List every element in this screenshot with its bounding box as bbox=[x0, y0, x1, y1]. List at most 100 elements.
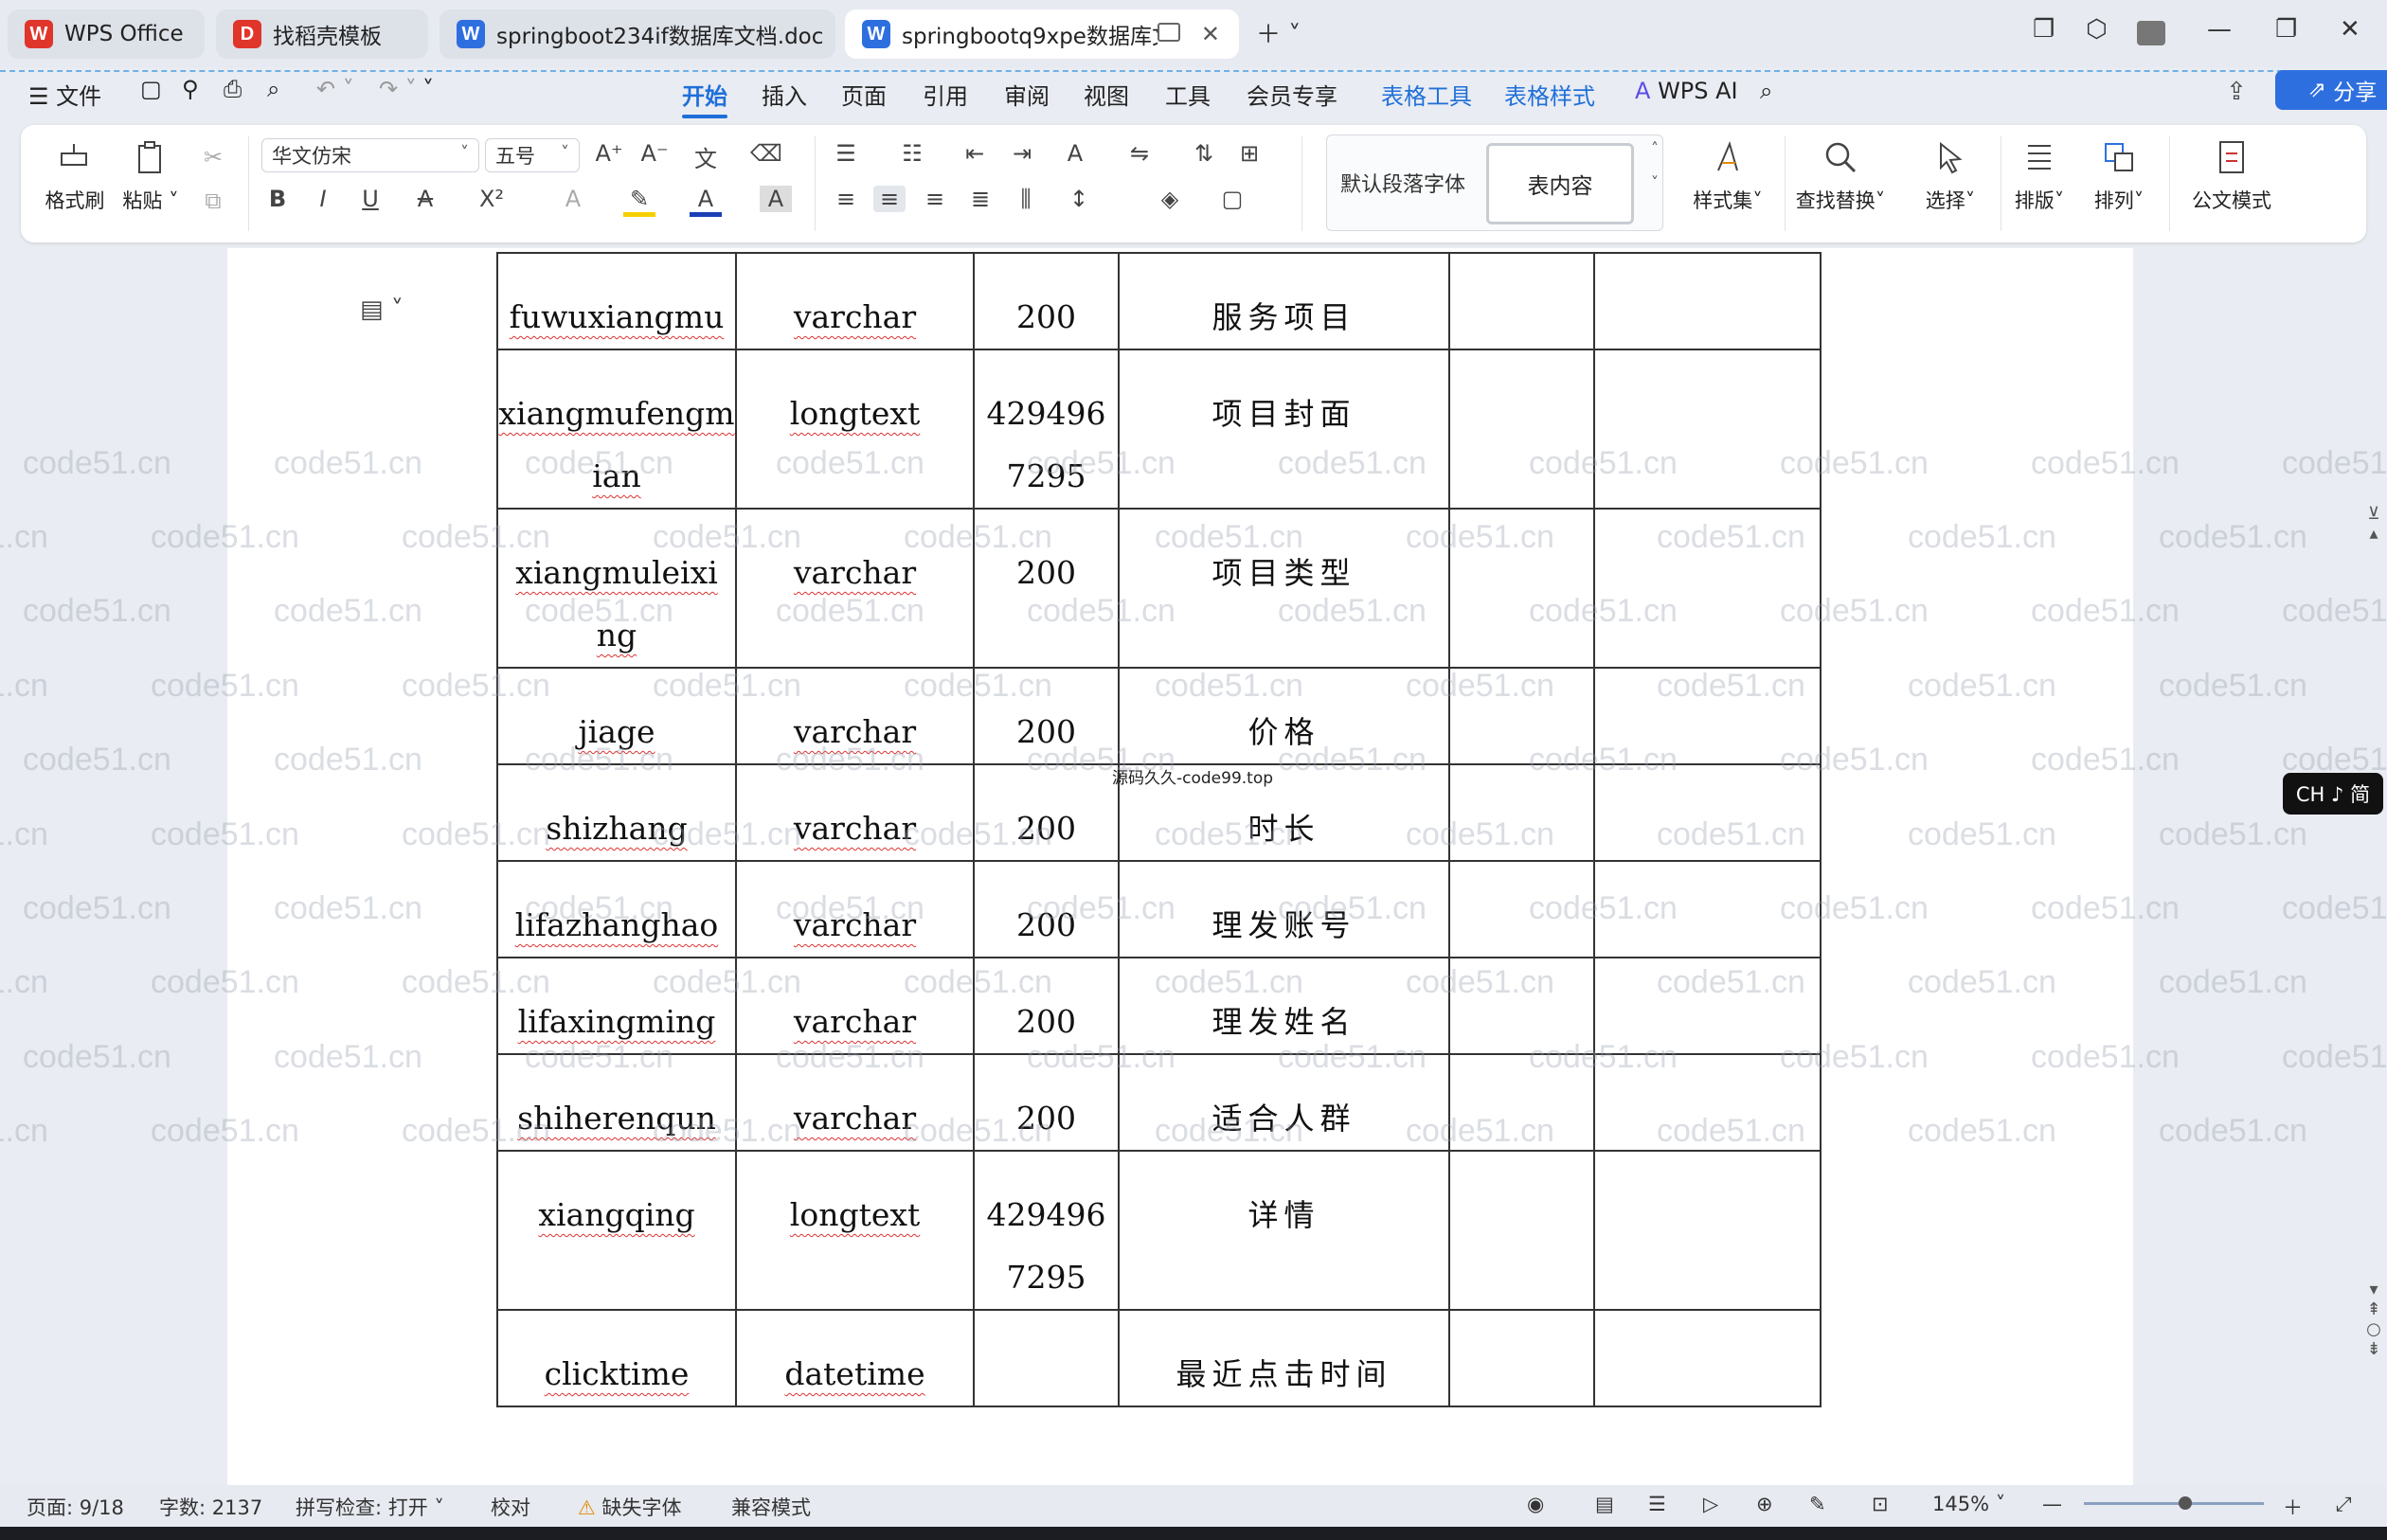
screen-icon[interactable] bbox=[1158, 23, 1180, 42]
cube-icon[interactable]: ⬡ bbox=[2086, 15, 2108, 44]
table-row[interactable]: fuwuxiangmu varchar 200 服务项目 bbox=[496, 252, 1822, 350]
description-cell[interactable]: 项目类型 bbox=[1118, 508, 1450, 669]
field-name-cell[interactable]: lifaxingming bbox=[496, 957, 737, 1055]
font-size-select[interactable]: 五号 ˅ bbox=[485, 138, 580, 172]
paste-button[interactable]: 粘贴 ˅ bbox=[108, 138, 193, 214]
numbered-list-icon[interactable]: ☷ bbox=[896, 140, 928, 167]
vertical-scrollbar[interactable]: ⊻ ▴ ▾ ⇞ ○ ⇟ bbox=[2364, 504, 2383, 1359]
data-type-cell[interactable]: varchar bbox=[735, 1053, 975, 1152]
remark-cell[interactable] bbox=[1593, 763, 1822, 862]
font-color-icon[interactable]: A bbox=[690, 186, 722, 217]
arrange-button[interactable]: 排列˅ bbox=[2076, 138, 2162, 214]
underline-icon[interactable]: U bbox=[354, 186, 386, 212]
play-icon[interactable]: ▷ bbox=[1703, 1493, 1718, 1515]
search-icon[interactable]: ⌕ bbox=[1760, 78, 1772, 104]
style-scroll-up-icon[interactable]: ˄ bbox=[1651, 139, 1659, 157]
data-type-cell[interactable]: datetime bbox=[735, 1309, 975, 1407]
field-name-cell[interactable]: fuwuxiangmu bbox=[496, 252, 737, 350]
fit-page-icon[interactable]: ⊡ bbox=[1872, 1493, 1889, 1515]
data-type-cell[interactable]: varchar bbox=[735, 508, 975, 669]
data-type-cell[interactable]: varchar bbox=[735, 667, 975, 765]
tab-review[interactable]: 审阅 bbox=[1004, 78, 1050, 111]
tab-template[interactable]: D 找稻壳模板 bbox=[216, 9, 428, 59]
length-cell[interactable]: 429496 7295 bbox=[973, 349, 1120, 510]
avatar[interactable] bbox=[2137, 21, 2165, 45]
sort-icon[interactable]: ⇅ bbox=[1188, 140, 1220, 167]
shrink-font-icon[interactable]: A⁻ bbox=[638, 140, 671, 167]
copy-icon[interactable]: ⧉ bbox=[197, 188, 229, 214]
zoom-select[interactable]: 145% ˅ bbox=[1932, 1493, 2005, 1515]
tab-doc-active[interactable]: W springbootq9xpe数据库文档 ✕ bbox=[845, 9, 1239, 59]
length-cell[interactable]: 200 bbox=[973, 1053, 1120, 1152]
justify-icon[interactable]: ≣ bbox=[964, 186, 996, 212]
page-indicator[interactable]: 页面: 9/18 bbox=[27, 1493, 124, 1521]
description-cell[interactable]: 价格 bbox=[1118, 667, 1450, 765]
tab-doc-1[interactable]: W springboot234if数据库文档.doc bbox=[440, 9, 835, 59]
field-name-cell[interactable]: lifazhanghao bbox=[496, 860, 737, 958]
align-center-icon[interactable]: ≡ bbox=[873, 186, 906, 212]
remark-cell[interactable] bbox=[1593, 667, 1822, 765]
export-icon[interactable]: ⚲ bbox=[182, 76, 199, 102]
select-button[interactable]: 选择˅ bbox=[1898, 138, 2002, 214]
description-cell[interactable]: 最近点击时间 bbox=[1118, 1309, 1450, 1407]
increase-indent-icon[interactable]: ⇥ bbox=[1006, 140, 1038, 167]
save-icon[interactable]: ▢ bbox=[140, 76, 162, 102]
tab-table-style[interactable]: 表格样式 bbox=[1504, 78, 1595, 111]
length-cell[interactable]: 200 bbox=[973, 957, 1120, 1055]
layout-button[interactable]: 排版˅ bbox=[1997, 138, 2082, 214]
style-table-content[interactable]: 表内容 bbox=[1486, 143, 1634, 224]
description-cell[interactable]: 项目封面 bbox=[1118, 349, 1450, 510]
tab-tools[interactable]: 工具 bbox=[1165, 78, 1211, 111]
length-cell[interactable] bbox=[973, 1309, 1120, 1407]
highlight-icon[interactable]: ✎ bbox=[623, 186, 655, 217]
quick-access-more-icon[interactable]: ˅ bbox=[422, 76, 434, 102]
tab-table-tools[interactable]: 表格工具 bbox=[1381, 78, 1472, 111]
web-view-icon[interactable]: ⊕ bbox=[1756, 1493, 1773, 1515]
remark-cell[interactable] bbox=[1593, 508, 1822, 669]
align-right-icon[interactable]: ≡ bbox=[919, 186, 951, 212]
text-direction-icon[interactable]: A bbox=[1059, 140, 1091, 167]
word-count[interactable]: 字数: 2137 bbox=[159, 1493, 262, 1521]
pen-icon[interactable]: ✎ bbox=[1809, 1493, 1826, 1515]
document-canvas[interactable]: ▤ ˅ fuwuxiangmu varchar 200 服务项目 xiangmufeng… bbox=[0, 248, 2387, 1485]
file-menu[interactable]: ☰ 文件 bbox=[28, 78, 101, 111]
description-cell[interactable]: 适合人群 bbox=[1118, 1053, 1450, 1152]
data-type-cell[interactable]: longtext bbox=[735, 1150, 975, 1311]
zoom-slider-track[interactable] bbox=[2084, 1502, 2264, 1505]
data-type-cell[interactable]: varchar bbox=[735, 860, 975, 958]
line-spacing-icon[interactable]: ↕ bbox=[1063, 186, 1095, 212]
window-layout-icon[interactable]: ❐ bbox=[2033, 15, 2055, 44]
redo-icon[interactable]: ↷ ˅ bbox=[379, 76, 417, 102]
field-name-cell[interactable]: clicktime bbox=[496, 1309, 737, 1407]
table-row[interactable]: lifazhanghao varchar 200 理发账号 bbox=[496, 860, 1822, 958]
print-icon[interactable]: ⎙ bbox=[224, 76, 242, 102]
primary-key-cell[interactable] bbox=[1448, 860, 1595, 958]
tab-wps-ai[interactable]: A WPS AI bbox=[1635, 78, 1738, 104]
field-table[interactable]: fuwuxiangmu varchar 200 服务项目 xiangmufengm ian… bbox=[496, 252, 1822, 1407]
primary-key-cell[interactable] bbox=[1448, 1309, 1595, 1407]
remark-cell[interactable] bbox=[1593, 957, 1822, 1055]
align-left-icon[interactable]: ≡ bbox=[830, 186, 862, 212]
data-type-cell[interactable]: varchar bbox=[735, 957, 975, 1055]
tab-member[interactable]: 会员专享 bbox=[1247, 78, 1337, 111]
remark-cell[interactable] bbox=[1593, 1053, 1822, 1152]
field-name-cell[interactable]: jiage bbox=[496, 667, 737, 765]
table-handle-icon[interactable]: ▤ ˅ bbox=[360, 295, 404, 324]
primary-key-cell[interactable] bbox=[1448, 763, 1595, 862]
table-row[interactable]: shiherenqun varchar 200 适合人群 bbox=[496, 1053, 1822, 1152]
char-shading-icon[interactable]: A bbox=[760, 186, 792, 212]
grow-font-icon[interactable]: A⁺ bbox=[593, 140, 625, 167]
eye-icon[interactable]: ◉ bbox=[1527, 1493, 1544, 1515]
remark-cell[interactable] bbox=[1593, 252, 1822, 350]
field-name-cell[interactable]: xiangmufengm ian bbox=[496, 349, 737, 510]
cut-icon[interactable]: ✂ bbox=[197, 144, 229, 170]
primary-key-cell[interactable] bbox=[1448, 252, 1595, 350]
zoom-slider-handle[interactable] bbox=[2179, 1496, 2192, 1510]
field-name-cell[interactable]: xiangmuleixi ng bbox=[496, 508, 737, 669]
remark-cell[interactable] bbox=[1593, 349, 1822, 510]
description-cell[interactable]: 理发姓名 bbox=[1118, 957, 1450, 1055]
superscript-icon[interactable]: X² bbox=[476, 186, 508, 212]
tab-wps-office[interactable]: W WPS Office bbox=[8, 9, 205, 59]
remark-cell[interactable] bbox=[1593, 1150, 1822, 1311]
tab-view[interactable]: 视图 bbox=[1084, 78, 1129, 111]
